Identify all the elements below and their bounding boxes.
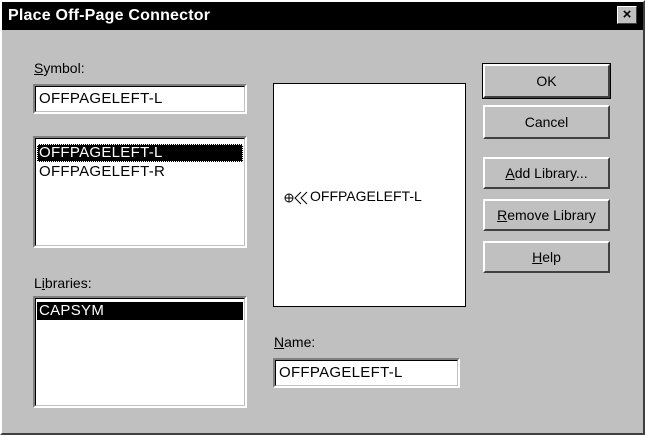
libraries-label: Libraries: (34, 275, 92, 291)
name-label: Name: (274, 334, 316, 350)
help-button[interactable]: Help (483, 241, 610, 273)
name-input[interactable]: OFFPAGELEFT-L (273, 358, 460, 388)
offpage-connector-left-icon (284, 190, 310, 209)
name-input-value: OFFPAGELEFT-L (279, 364, 403, 381)
library-list-item[interactable]: CAPSYM (37, 302, 243, 320)
symbol-list-item[interactable]: OFFPAGELEFT-R (37, 163, 243, 181)
dialog-title: Place Off-Page Connector (8, 7, 211, 24)
title-bar: Place Off-Page Connector × (2, 2, 643, 30)
symbol-list[interactable]: OFFPAGELEFT-L OFFPAGELEFT-R (33, 136, 247, 248)
cancel-button[interactable]: Cancel (483, 105, 610, 139)
close-button[interactable]: × (617, 6, 637, 24)
symbol-input-value: OFFPAGELEFT-L (39, 90, 163, 107)
symbol-preview: OFFPAGELEFT-L (273, 83, 466, 307)
symbol-input[interactable]: OFFPAGELEFT-L (33, 84, 247, 114)
symbol-list-item[interactable]: OFFPAGELEFT-L (37, 144, 243, 162)
ok-button[interactable]: OK (482, 63, 611, 99)
remove-library-button[interactable]: Remove Library (483, 199, 610, 231)
add-library-button[interactable]: Add Library... (483, 157, 610, 189)
libraries-list[interactable]: CAPSYM (33, 296, 247, 408)
symbol-label: Symbol: (34, 60, 85, 76)
preview-symbol-name: OFFPAGELEFT-L (310, 188, 422, 204)
close-icon: × (622, 6, 632, 23)
place-offpage-connector-dialog: Place Off-Page Connector × Symbol: OFFPA… (0, 0, 645, 435)
